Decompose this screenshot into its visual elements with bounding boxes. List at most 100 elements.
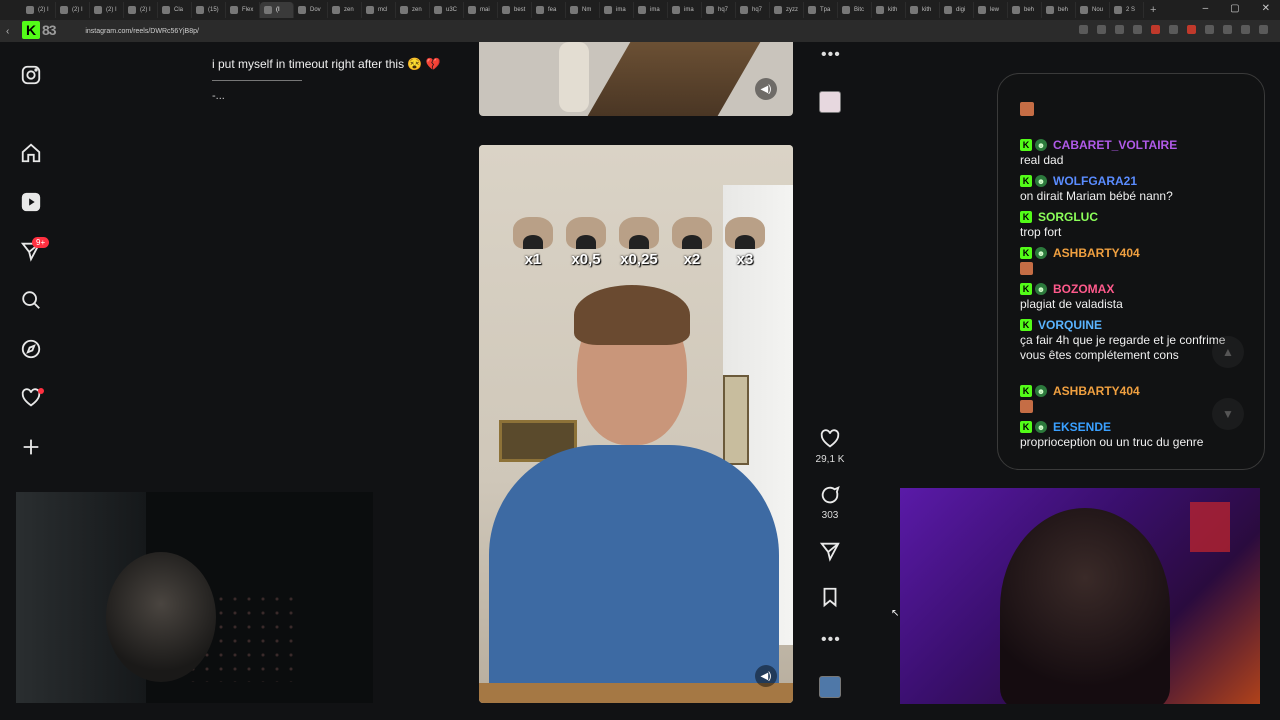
browser-tab[interactable]: ima <box>668 2 702 18</box>
browser-tab[interactable]: Bitc <box>838 2 872 18</box>
tab-favicon-icon <box>502 6 510 14</box>
extension-icon-3[interactable] <box>1187 25 1196 34</box>
create-plus-icon[interactable] <box>20 436 42 458</box>
browser-tab[interactable]: zen <box>328 2 362 18</box>
browser-tab[interactable]: (2) I <box>56 2 90 18</box>
browser-tab[interactable]: Nm <box>566 2 600 18</box>
kick-badge-icon: K <box>1020 247 1032 259</box>
browser-tab[interactable]: best <box>498 2 532 18</box>
comment-button[interactable]: 303 <box>818 484 842 521</box>
extension-icon-2[interactable] <box>1169 25 1178 34</box>
tab-label: u3C <box>446 7 458 13</box>
browser-tab[interactable]: Cla <box>158 2 192 18</box>
browser-tab[interactable]: Flex <box>226 2 260 18</box>
browser-tab[interactable]: (2) I <box>124 2 158 18</box>
chat-username[interactable]: BOZOMAX <box>1053 282 1114 296</box>
tab-label: Flex <box>242 7 254 13</box>
tab-label: Cla <box>174 7 184 13</box>
save-button[interactable] <box>818 586 842 608</box>
chat-username[interactable]: ASHBARTY404 <box>1053 384 1140 398</box>
extensions-puzzle-icon[interactable] <box>1205 25 1214 34</box>
browser-tab[interactable]: zen <box>396 2 430 18</box>
browser-tab[interactable]: (I <box>260 2 294 18</box>
cast-icon[interactable] <box>1079 25 1088 34</box>
notification-badge: 9+ <box>32 237 50 248</box>
mute-icon[interactable]: ◀) <box>755 78 777 100</box>
browser-tab[interactable]: u3C <box>430 2 464 18</box>
tab-favicon-icon <box>604 6 612 14</box>
tab-favicon-icon <box>944 6 952 14</box>
browser-tab[interactable]: kith <box>872 2 906 18</box>
browser-tab[interactable]: 2 S <box>1110 2 1144 18</box>
bookmark-star-icon[interactable] <box>1133 25 1142 34</box>
caption-divider <box>212 80 302 81</box>
tab-favicon-icon <box>468 6 476 14</box>
share-button[interactable] <box>818 540 842 562</box>
browser-tab[interactable]: (2) I <box>90 2 124 18</box>
zoom-icon[interactable] <box>1097 25 1106 34</box>
reel-video[interactable]: x1 x0,5 x0,25 x2 x3 ◀) <box>479 145 793 703</box>
tab-favicon-icon <box>740 6 748 14</box>
author-avatar[interactable] <box>819 676 841 698</box>
browser-tab[interactable]: Dov <box>294 2 328 18</box>
browser-tab[interactable]: lew <box>974 2 1008 18</box>
browser-tab[interactable]: mcl <box>362 2 396 18</box>
extension-icon-1[interactable] <box>1151 25 1160 34</box>
new-tab-button[interactable]: + <box>1150 4 1156 16</box>
browser-tab[interactable]: (2) I <box>22 2 56 18</box>
browser-tab[interactable]: Tpa <box>804 2 838 18</box>
previous-author-avatar[interactable] <box>819 91 841 113</box>
previous-reel-video[interactable]: ◀) <box>479 42 793 116</box>
stream-chat: K ☻ CABARET_VOLTAIRE real dad K ☻ WOLFGARA21… <box>997 73 1265 470</box>
home-icon[interactable] <box>20 142 42 164</box>
speed-label: x2 <box>683 251 701 268</box>
maximize-button[interactable]: ▢ <box>1230 3 1239 14</box>
browser-tab[interactable]: ima <box>600 2 634 18</box>
chat-username[interactable]: WOLFGARA21 <box>1053 174 1137 188</box>
browser-tab[interactable]: zyzz <box>770 2 804 18</box>
reels-icon[interactable] <box>20 191 42 213</box>
browser-tab[interactable]: Nou <box>1076 2 1110 18</box>
browser-tab[interactable]: beh <box>1042 2 1076 18</box>
more-options-icon[interactable]: ••• <box>821 631 841 649</box>
close-window-button[interactable]: ✕ <box>1262 3 1270 14</box>
profile-icon[interactable] <box>1241 25 1250 34</box>
url-field[interactable]: instagram.com/reels/DWRc56YjB8p/ <box>85 28 199 35</box>
like-button[interactable]: 29,1 K <box>816 428 844 465</box>
mute-icon[interactable]: ◀) <box>755 665 777 687</box>
kick-k-icon: K <box>22 21 40 39</box>
bookmark-icon <box>823 587 837 608</box>
browser-tab[interactable]: beh <box>1008 2 1042 18</box>
browser-tab[interactable]: mai <box>464 2 498 18</box>
translate-icon[interactable] <box>1115 25 1124 34</box>
instagram-logo-icon[interactable] <box>20 64 42 86</box>
chat-username[interactable]: CABARET_VOLTAIRE <box>1053 138 1177 152</box>
scroll-down-icon[interactable]: ▼ <box>1212 398 1244 430</box>
tab-label: (I <box>276 7 280 13</box>
tab-label: hq7 <box>752 7 763 13</box>
caption-more[interactable]: -... <box>212 90 225 102</box>
search-icon[interactable] <box>20 289 42 311</box>
post-caption: i put myself in timeout right after this… <box>212 57 441 71</box>
more-options-icon-top[interactable]: ••• <box>821 46 841 64</box>
menu-icon[interactable] <box>1259 25 1268 34</box>
explore-icon[interactable] <box>20 338 42 360</box>
chat-username[interactable]: EKSENDE <box>1053 420 1111 434</box>
browser-tab[interactable]: digi <box>940 2 974 18</box>
browser-tab[interactable]: kith <box>906 2 940 18</box>
scroll-up-icon[interactable]: ▲ <box>1212 336 1244 368</box>
tab-favicon-icon <box>638 6 646 14</box>
chat-username[interactable]: ASHBARTY404 <box>1053 246 1140 260</box>
chat-username[interactable]: VORQUINE <box>1038 318 1102 332</box>
browser-tab[interactable]: ima <box>634 2 668 18</box>
browser-tab[interactable]: hq7 <box>702 2 736 18</box>
back-icon[interactable]: ‹ <box>6 26 9 37</box>
downloads-icon[interactable] <box>1223 25 1232 34</box>
browser-tab[interactable]: fea <box>532 2 566 18</box>
sub-badge-icon: ☻ <box>1035 247 1047 259</box>
chat-username[interactable]: SORGLUC <box>1038 210 1098 224</box>
browser-tab[interactable]: hq7 <box>736 2 770 18</box>
tab-favicon-icon <box>230 6 238 14</box>
browser-tab[interactable]: (15) <box>192 2 226 18</box>
minimize-button[interactable]: – <box>1203 3 1209 14</box>
